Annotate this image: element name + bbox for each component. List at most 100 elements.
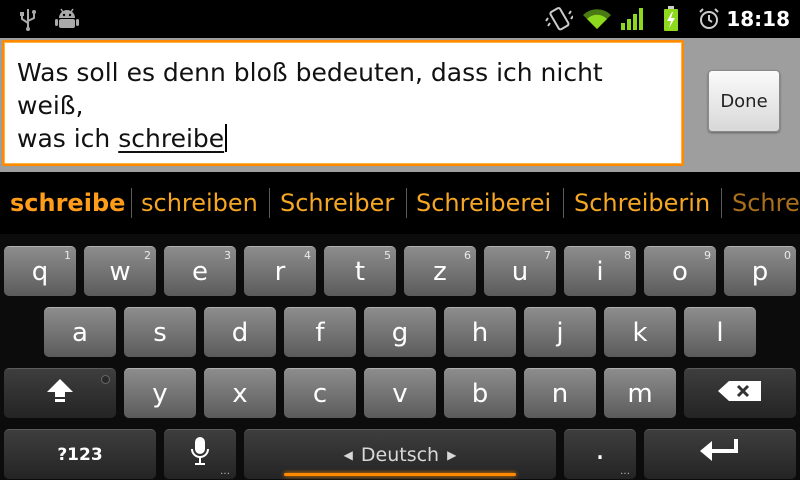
language-indicator-bar	[284, 473, 516, 476]
key-h[interactable]: h	[444, 307, 516, 357]
key-label: i	[596, 256, 604, 287]
key-label: v	[392, 378, 408, 409]
key-label: m	[627, 378, 653, 409]
composing-word: schreibe	[118, 124, 225, 153]
done-button[interactable]: Done	[708, 70, 780, 132]
key-label: l	[716, 317, 724, 348]
suggestion-strip: schreibe schreiben Schreiber Schreiberei…	[0, 172, 800, 235]
key-y[interactable]: y	[124, 368, 196, 418]
key-c[interactable]: c	[284, 368, 356, 418]
key-z[interactable]: z6	[404, 246, 476, 296]
key-i[interactable]: i8	[564, 246, 636, 296]
key-label: d	[231, 317, 249, 348]
suggestion-item[interactable]: Schreiberei	[416, 172, 551, 234]
key-s[interactable]: s	[124, 307, 196, 357]
key-v[interactable]: v	[364, 368, 436, 418]
voice-input-key[interactable]: …	[164, 429, 236, 479]
key-x[interactable]: x	[204, 368, 276, 418]
key-e[interactable]: e3	[164, 246, 236, 296]
key-label: q	[31, 256, 49, 287]
enter-icon	[698, 437, 742, 472]
backspace-icon	[717, 379, 763, 409]
key-o[interactable]: o9	[644, 246, 716, 296]
key-hint: 7	[544, 249, 551, 262]
key-hint: 0	[784, 249, 791, 262]
key-label: t	[354, 256, 366, 287]
key-label: b	[471, 378, 489, 409]
usb-icon	[16, 0, 40, 38]
shift-icon	[45, 377, 75, 410]
key-label: o	[672, 256, 688, 287]
period-key[interactable]: . …	[564, 429, 636, 479]
key-label: j	[556, 317, 564, 348]
language-left-arrow-icon: ◀	[343, 447, 353, 462]
key-hint: 3	[224, 249, 231, 262]
language-right-arrow-icon: ▶	[447, 447, 457, 462]
key-j[interactable]: j	[524, 307, 596, 357]
key-m[interactable]: m	[604, 368, 676, 418]
more-indicator: …	[620, 466, 631, 477]
key-hint: 5	[384, 249, 391, 262]
alarm-icon	[696, 0, 722, 38]
suggestion-item[interactable]: schreibe	[10, 172, 125, 234]
key-label: x	[232, 378, 248, 409]
clock: 18:18	[726, 7, 790, 31]
key-w[interactable]: w2	[84, 246, 156, 296]
text-prefix: was ich	[17, 124, 119, 153]
key-b[interactable]: b	[444, 368, 516, 418]
key-t[interactable]: t5	[324, 246, 396, 296]
key-label: u	[511, 256, 529, 287]
key-label: r	[274, 256, 286, 287]
microphone-icon	[190, 436, 210, 473]
key-hint: 1	[64, 249, 71, 262]
key-k[interactable]: k	[604, 307, 676, 357]
key-n[interactable]: n	[524, 368, 596, 418]
key-label: s	[153, 317, 167, 348]
text-line-2: was ich schreibe	[17, 122, 672, 155]
suggestion-item[interactable]: Schreiberin	[574, 172, 710, 234]
key-label: p	[751, 256, 769, 287]
status-bar: 18:18	[0, 0, 800, 38]
key-p[interactable]: p0	[724, 246, 796, 296]
space-key[interactable]: ◀ Deutsch ▶	[244, 429, 556, 479]
key-label: f	[315, 317, 325, 348]
text-cursor	[225, 124, 228, 152]
key-hint: 9	[704, 249, 711, 262]
text-input[interactable]: Was soll es denn bloß bedeuten, dass ich…	[2, 40, 684, 166]
key-q[interactable]: q1	[4, 246, 76, 296]
key-l[interactable]: l	[684, 307, 756, 357]
key-u[interactable]: u7	[484, 246, 556, 296]
key-label: c	[312, 378, 328, 409]
suggestion-divider	[721, 188, 722, 218]
key-a[interactable]: a	[44, 307, 116, 357]
key-hint: 8	[624, 249, 631, 262]
suggestion-divider	[131, 188, 132, 218]
key-g[interactable]: g	[364, 307, 436, 357]
key-label: k	[632, 317, 648, 348]
key-hint: 4	[304, 249, 311, 262]
key-label: a	[72, 317, 88, 348]
suggestion-item[interactable]: Schreiber	[280, 172, 394, 234]
key-hint: 6	[464, 249, 471, 262]
suggestion-divider	[269, 188, 270, 218]
key-r[interactable]: r4	[244, 246, 316, 296]
soft-keyboard: q1 w2 e3 r4 t5 z6 u7 i8 o9 p0 a s d f g …	[0, 234, 800, 480]
text-content: Was soll es denn bloß bedeuten, dass ich…	[17, 56, 672, 155]
more-indicator: …	[220, 466, 231, 477]
key-f[interactable]: f	[284, 307, 356, 357]
suggestion-item[interactable]: schreiben	[141, 172, 258, 234]
key-d[interactable]: d	[204, 307, 276, 357]
key-label: w	[109, 256, 131, 287]
key-label: y	[152, 378, 168, 409]
key-hint: 2	[144, 249, 151, 262]
backspace-key[interactable]	[684, 368, 796, 418]
signal-icon	[620, 0, 646, 38]
enter-key[interactable]	[644, 429, 796, 479]
symbols-key[interactable]: ?123	[4, 429, 156, 479]
suggestion-divider	[563, 188, 564, 218]
suggestion-item[interactable]: Schre	[732, 172, 800, 234]
extract-edit-panel: Was soll es denn bloß bedeuten, dass ich…	[0, 38, 800, 172]
caps-lock-indicator	[101, 375, 110, 384]
shift-key[interactable]	[4, 368, 116, 418]
android-debug-icon	[54, 0, 80, 38]
